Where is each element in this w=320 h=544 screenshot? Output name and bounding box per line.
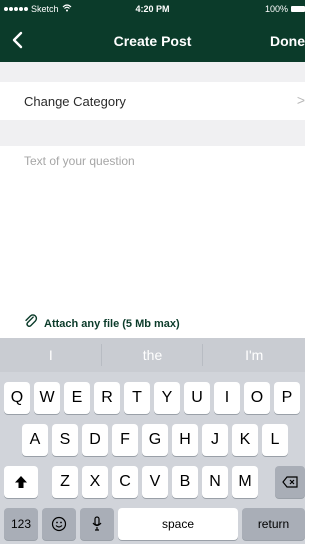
suggestion-1[interactable]: I (0, 338, 102, 372)
question-textarea[interactable]: Text of your question (0, 146, 305, 300)
key-y[interactable]: Y (154, 382, 180, 414)
keyboard-row-4: 123 space return (0, 508, 305, 542)
key-w[interactable]: W (34, 382, 60, 414)
shift-key[interactable] (4, 466, 38, 498)
key-d[interactable]: D (82, 424, 108, 456)
header: Sketch 4:20 PM 100% Create Post Done (0, 0, 305, 62)
backspace-key[interactable] (275, 466, 305, 498)
emoji-icon (51, 515, 67, 532)
key-c[interactable]: C (112, 466, 138, 498)
shift-icon (14, 473, 28, 490)
create-post-screen: Sketch 4:20 PM 100% Create Post Done Cha… (0, 0, 305, 544)
key-s[interactable]: S (52, 424, 78, 456)
keyboard: I the I'm Q W E R T Y U I O P A S D F G … (0, 338, 305, 544)
done-button[interactable]: Done (270, 33, 305, 49)
keyboard-row-2: A S D F G H J K L (0, 424, 305, 458)
chevron-right-icon: > (296, 92, 305, 108)
key-j[interactable]: J (202, 424, 228, 456)
key-x[interactable]: X (82, 466, 108, 498)
change-category-label: Change Category (24, 93, 126, 109)
key-q[interactable]: Q (4, 382, 30, 414)
suggestion-3[interactable]: I'm (203, 338, 305, 372)
suggestion-2[interactable]: the (102, 338, 204, 372)
section-spacer (0, 62, 305, 82)
key-h[interactable]: H (172, 424, 198, 456)
status-time: 4:20 PM (135, 4, 170, 14)
question-placeholder: Text of your question (24, 154, 135, 168)
battery-percent: 100% (264, 4, 288, 14)
key-m[interactable]: M (232, 466, 258, 498)
predictive-suggestions: I the I'm (0, 338, 305, 372)
key-r[interactable]: R (94, 382, 120, 414)
key-f[interactable]: F (112, 424, 138, 456)
battery-icon (291, 6, 305, 12)
page-title: Create Post (113, 33, 192, 49)
change-category-row[interactable]: Change Category > (0, 82, 305, 120)
space-key[interactable]: space (118, 508, 238, 540)
attach-file-label: Attach any file (5 Mb max) (44, 317, 180, 330)
attach-file-button[interactable]: Attach any file (5 Mb max) (24, 314, 180, 333)
key-b[interactable]: B (172, 466, 198, 498)
key-v[interactable]: V (142, 466, 168, 498)
return-key[interactable]: return (242, 508, 305, 540)
status-right: 100% (265, 4, 305, 14)
keyboard-row-1: Q W E R T Y U I O P (0, 382, 305, 416)
key-l[interactable]: L (262, 424, 288, 456)
status-bar: Sketch 4:20 PM 100% (0, 0, 305, 20)
numbers-key[interactable]: 123 (4, 508, 38, 540)
key-z[interactable]: Z (52, 466, 78, 498)
key-n[interactable]: N (202, 466, 228, 498)
key-t[interactable]: T (124, 382, 150, 414)
key-k[interactable]: K (232, 424, 258, 456)
emoji-key[interactable] (42, 508, 76, 540)
keyboard-row-3: Z X C V B N M (0, 466, 305, 500)
microphone-icon (91, 515, 103, 532)
key-g[interactable]: G (142, 424, 168, 456)
backspace-icon (282, 473, 298, 490)
key-p[interactable]: P (274, 382, 300, 414)
key-o[interactable]: O (244, 382, 270, 414)
section-spacer (0, 120, 305, 146)
paperclip-icon (24, 314, 38, 333)
navigation-bar: Create Post Done (0, 22, 305, 62)
key-u[interactable]: U (184, 382, 210, 414)
key-a[interactable]: A (22, 424, 48, 456)
microphone-key[interactable] (80, 508, 114, 540)
key-i[interactable]: I (214, 382, 240, 414)
key-e[interactable]: E (64, 382, 90, 414)
